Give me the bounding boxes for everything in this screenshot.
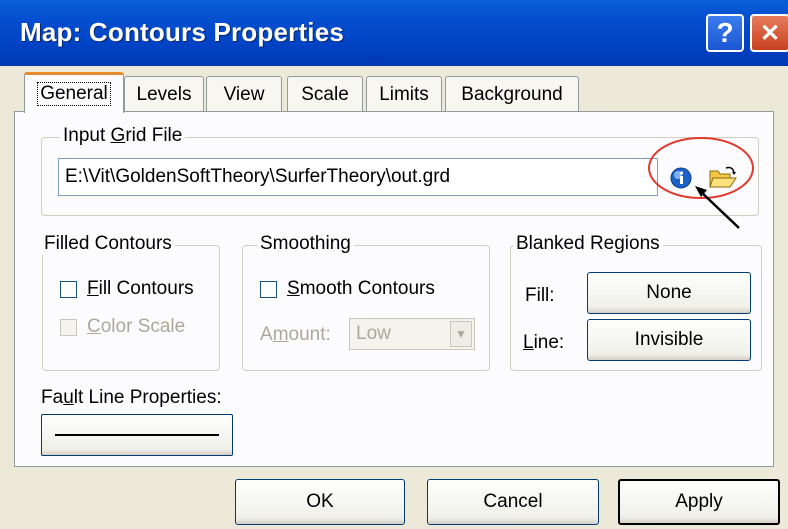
tab-limits-label: Limits bbox=[379, 83, 429, 105]
tab-scale-label: Scale bbox=[301, 83, 349, 105]
blanked-line-label: Line: bbox=[523, 332, 564, 354]
amount-dropdown[interactable]: Low ▼ bbox=[349, 318, 475, 350]
amount-label-post: ount: bbox=[288, 324, 331, 345]
blanked-line-label-rest: ine: bbox=[533, 332, 565, 353]
fault-line-label-post: lt Line Properties: bbox=[73, 387, 222, 408]
apply-button[interactable]: Apply bbox=[618, 479, 780, 525]
smoothing-legend: Smoothing bbox=[257, 233, 354, 255]
fault-line-sample bbox=[55, 434, 219, 436]
input-grid-legend-post: rid File bbox=[125, 125, 183, 146]
tab-limits[interactable]: Limits bbox=[366, 76, 442, 112]
amount-dropdown-value: Low bbox=[356, 323, 391, 344]
general-tab-panel: Input Grid File E:\Vit\GoldenSoftTheory\… bbox=[14, 111, 774, 467]
tab-levels[interactable]: Levels bbox=[124, 76, 204, 112]
close-icon: ✕ bbox=[759, 19, 781, 47]
smooth-contours-box[interactable] bbox=[260, 280, 277, 298]
smoothing-group: Smoothing Smooth Contours Amount: Low ▼ bbox=[242, 233, 490, 371]
globe-info-icon bbox=[670, 167, 692, 189]
fill-contours-checkbox[interactable]: Fill Contours bbox=[60, 278, 194, 300]
tab-scale[interactable]: Scale bbox=[287, 76, 363, 112]
blanked-fill-button[interactable]: None bbox=[587, 272, 751, 314]
grid-file-path-field[interactable]: E:\Vit\GoldenSoftTheory\SurferTheory\out… bbox=[58, 158, 658, 196]
grid-info-button[interactable] bbox=[670, 167, 692, 189]
blanked-fill-value: None bbox=[646, 282, 692, 303]
fault-line-label-u: u bbox=[63, 387, 74, 408]
color-scale-checkbox[interactable]: Color Scale bbox=[60, 316, 185, 338]
open-folder-icon bbox=[709, 166, 737, 188]
smooth-contours-label-u: S bbox=[287, 278, 300, 299]
fill-contours-label-rest: ill Contours bbox=[98, 278, 194, 299]
blanked-line-value: Invisible bbox=[634, 329, 704, 350]
tab-general-label: General bbox=[37, 82, 111, 106]
apply-button-label: Apply bbox=[675, 491, 723, 512]
input-grid-legend-u: G bbox=[110, 125, 126, 146]
tab-background[interactable]: Background bbox=[445, 76, 579, 112]
fault-line-style-button[interactable] bbox=[41, 414, 233, 456]
cancel-button[interactable]: Cancel bbox=[427, 479, 599, 525]
input-grid-legend-pre: Input bbox=[63, 125, 111, 146]
input-grid-legend: Input Grid File bbox=[60, 125, 186, 147]
smooth-contours-label-rest: mooth Contours bbox=[299, 278, 435, 299]
blanked-regions-group: Blanked Regions Fill: None Line: Invisib… bbox=[510, 233, 762, 371]
ok-button[interactable]: OK bbox=[235, 479, 405, 525]
close-button[interactable]: ✕ bbox=[750, 14, 788, 52]
fill-contours-label-u: F bbox=[87, 278, 99, 299]
amount-label: Amount: bbox=[260, 324, 331, 346]
fault-line-label-pre: Fa bbox=[41, 387, 64, 408]
color-scale-box[interactable] bbox=[60, 318, 77, 336]
smooth-contours-checkbox[interactable]: Smooth Contours bbox=[260, 278, 435, 300]
browse-grid-file-button[interactable] bbox=[708, 165, 738, 191]
blanked-line-button[interactable]: Invisible bbox=[587, 319, 751, 361]
fill-contours-label: Fill Contours bbox=[87, 278, 194, 300]
help-button[interactable]: ? bbox=[706, 14, 744, 52]
tab-strip: General Levels View Scale Limits Backgro… bbox=[0, 72, 788, 113]
fill-contours-box[interactable] bbox=[60, 280, 77, 298]
fault-line-label: Fault Line Properties: bbox=[41, 387, 222, 409]
tab-view[interactable]: View bbox=[206, 76, 282, 112]
filled-contours-legend: Filled Contours bbox=[41, 233, 175, 255]
filled-contours-group: Filled Contours Fill Contours Color Scal… bbox=[41, 233, 220, 371]
blanked-line-label-u: L bbox=[523, 332, 534, 353]
blanked-regions-legend: Blanked Regions bbox=[513, 233, 663, 255]
window-title: Map: Contours Properties bbox=[20, 17, 345, 47]
chevron-down-icon[interactable]: ▼ bbox=[450, 321, 472, 347]
smooth-contours-label: Smooth Contours bbox=[287, 278, 435, 300]
annotation-overlay bbox=[648, 137, 754, 229]
help-icon: ? bbox=[716, 17, 734, 48]
blanked-fill-label: Fill: bbox=[525, 285, 555, 306]
color-scale-label-rest: olor Scale bbox=[100, 316, 186, 337]
ok-button-label: OK bbox=[306, 491, 334, 512]
amount-label-pre: A bbox=[260, 324, 273, 345]
tab-general[interactable]: General bbox=[24, 72, 124, 113]
tab-view-label: View bbox=[223, 83, 265, 105]
cancel-button-label: Cancel bbox=[483, 491, 543, 512]
color-scale-label-u: C bbox=[87, 316, 101, 337]
tab-background-label: Background bbox=[461, 83, 563, 105]
tab-levels-label: Levels bbox=[136, 83, 192, 105]
grid-file-path-value: E:\Vit\GoldenSoftTheory\SurferTheory\out… bbox=[65, 166, 451, 187]
properties-dialog: Map: Contours Properties ? ✕ General Lev… bbox=[0, 0, 788, 529]
title-bar[interactable]: Map: Contours Properties ? ✕ bbox=[0, 0, 788, 66]
amount-label-u: m bbox=[272, 324, 289, 345]
color-scale-label: Color Scale bbox=[87, 316, 185, 338]
